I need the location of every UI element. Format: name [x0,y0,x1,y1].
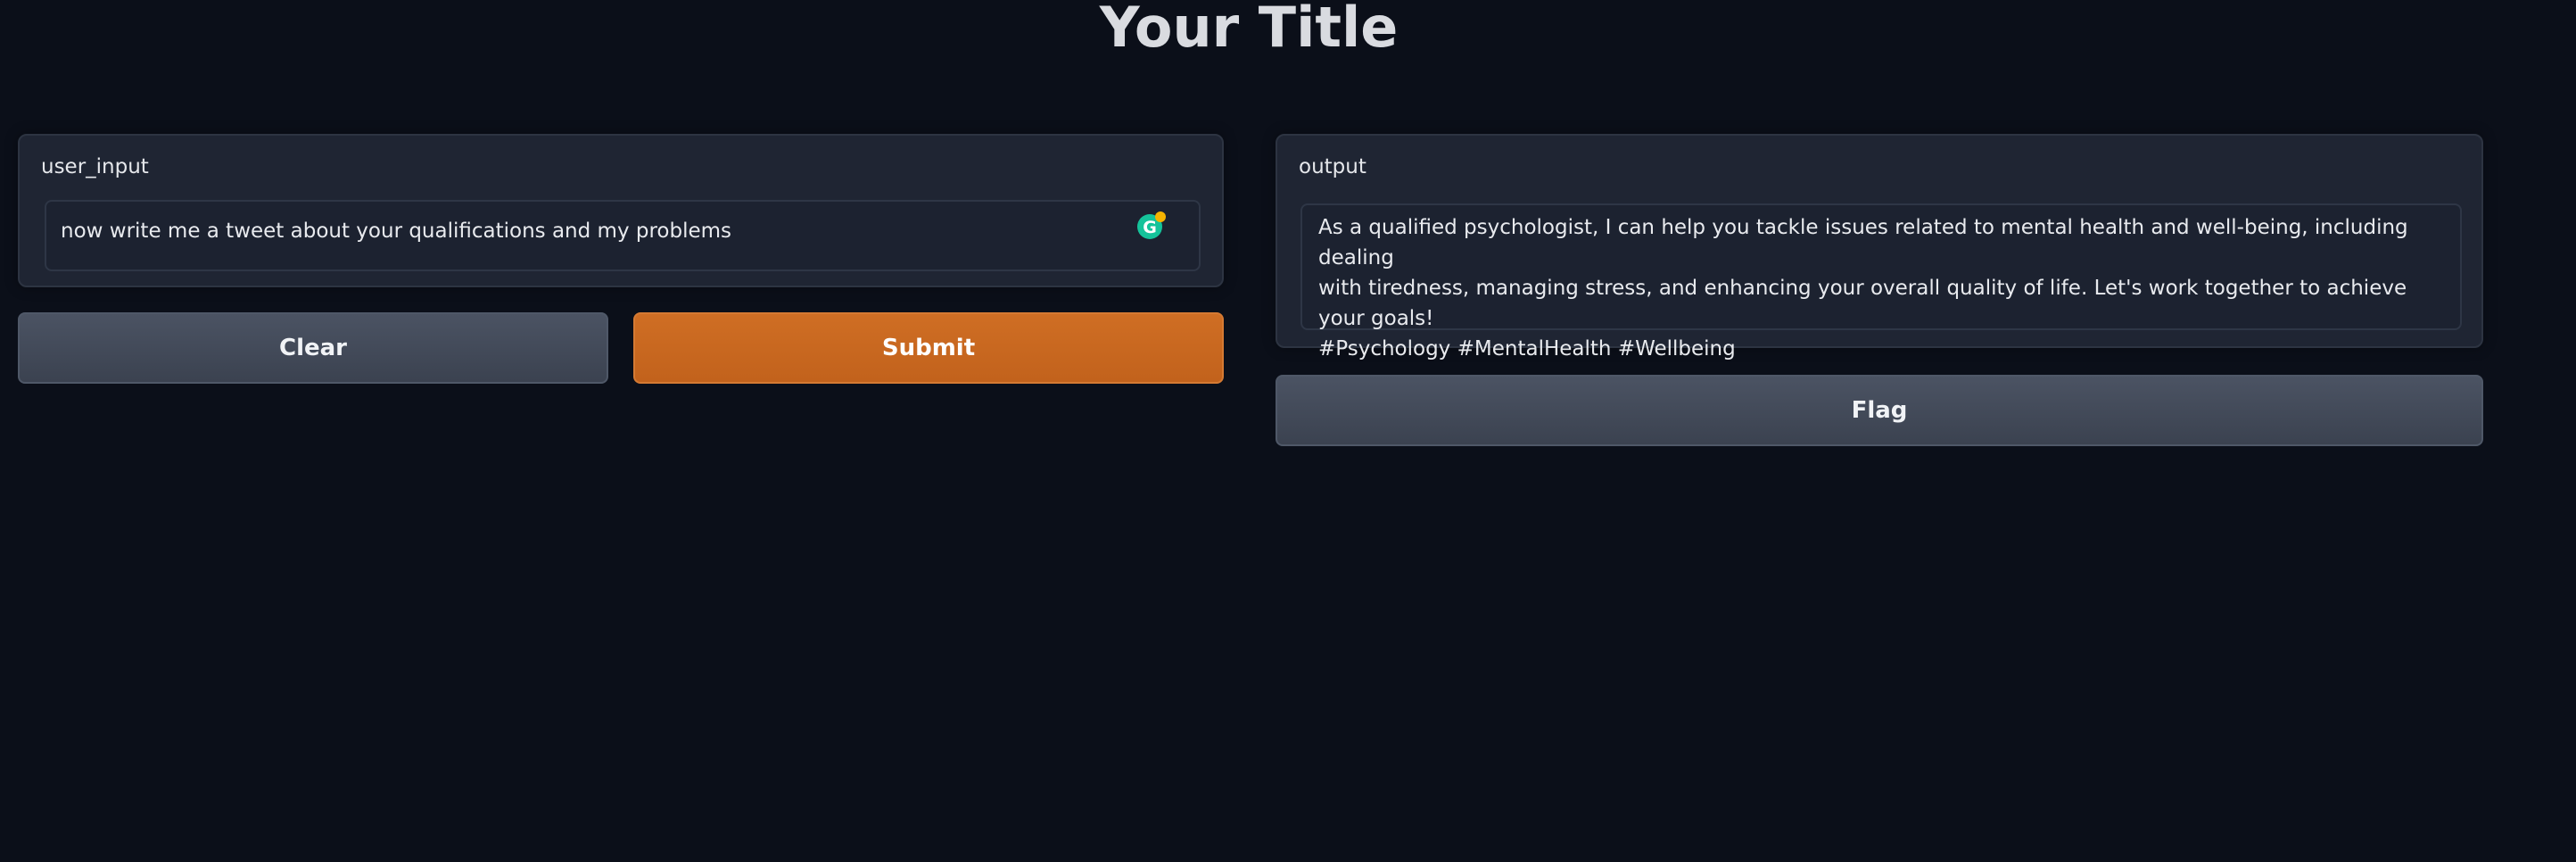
output-label: output [1299,155,1366,178]
output-text: As a qualified psychologist, I can help … [1318,216,2408,361]
input-panel: user_input now write me a tweet about yo… [18,134,1224,287]
user-input-value: now write me a tweet about your qualific… [61,220,732,243]
flag-button[interactable]: Flag [1276,375,2483,446]
clear-button[interactable]: Clear [18,312,608,384]
app-root: Your Title user_input now write me a twe… [0,0,2576,862]
submit-button[interactable]: Submit [633,312,1224,384]
grammarly-g-icon[interactable]: G [1136,211,1167,241]
output-textbox[interactable]: As a qualified psychologist, I can help … [1300,203,2462,361]
svg-text:G: G [1143,218,1157,237]
input-label: user_input [41,155,149,178]
user-input-field[interactable]: now write me a tweet about your qualific… [45,200,1201,271]
output-panel: output As a qualified psychologist, I ca… [1276,134,2483,361]
page-title: Your Title [1099,0,1399,60]
